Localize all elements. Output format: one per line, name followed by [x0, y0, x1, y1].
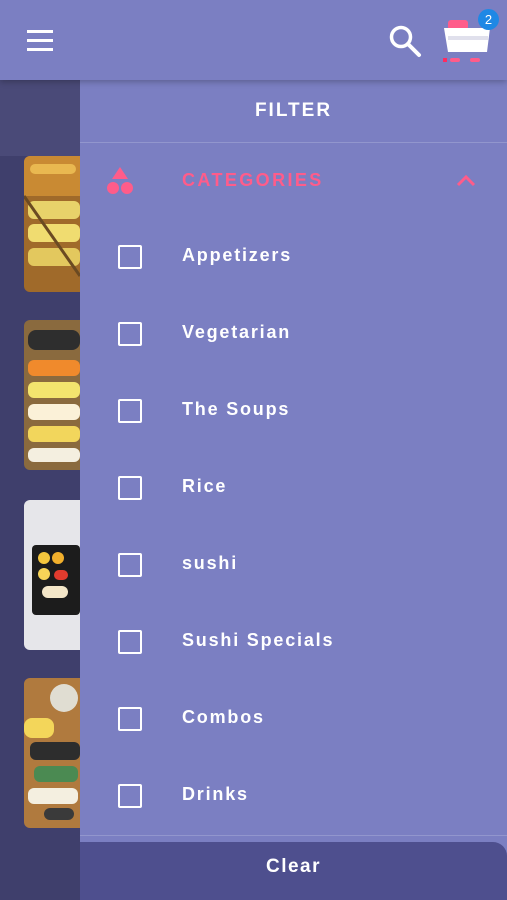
filter-item-label: Vegetarian — [182, 322, 292, 342]
filter-item-label: Rice — [182, 476, 228, 496]
product-image[interactable] — [24, 320, 80, 470]
divider — [80, 835, 507, 836]
filter-item-rice[interactable]: Rice — [80, 457, 507, 519]
hamburger-menu-icon[interactable] — [22, 26, 58, 56]
chevron-up-icon[interactable] — [454, 171, 478, 191]
filter-item-label: Sushi Specials — [182, 630, 335, 650]
filter-item-label: The Soups — [182, 399, 291, 419]
drawer-title: FILTER — [80, 80, 507, 143]
product-image[interactable] — [24, 678, 80, 828]
filter-item-label: sushi — [182, 553, 239, 573]
filter-item-appetizers[interactable]: Appetizers — [80, 226, 507, 288]
checkbox[interactable] — [118, 630, 142, 654]
checkbox[interactable] — [118, 476, 142, 500]
cart-count-badge: 2 — [478, 9, 499, 30]
product-image[interactable] — [24, 156, 80, 292]
filter-item-drinks[interactable]: Drinks — [80, 765, 507, 827]
checkbox[interactable] — [118, 553, 142, 577]
filter-item-the-soups[interactable]: The Soups — [80, 380, 507, 442]
app-bar — [0, 0, 507, 80]
filter-item-sushi-specials[interactable]: Sushi Specials — [80, 611, 507, 673]
filter-item-label: Combos — [182, 707, 265, 727]
checkbox[interactable] — [118, 399, 142, 423]
clear-button[interactable]: Clear — [80, 842, 507, 900]
filter-item-combos[interactable]: Combos — [80, 688, 507, 750]
checkbox[interactable] — [118, 707, 142, 731]
categories-header[interactable]: CATEGORIES — [80, 143, 507, 219]
categories-label: CATEGORIES — [182, 170, 324, 190]
search-icon[interactable] — [386, 22, 424, 60]
filter-item-label: Appetizers — [182, 245, 293, 265]
shapes-icon — [104, 165, 136, 197]
checkbox[interactable] — [118, 784, 142, 808]
filter-item-label: Drinks — [182, 784, 249, 804]
background-header-strip — [0, 80, 80, 156]
checkbox[interactable] — [118, 245, 142, 269]
checkbox[interactable] — [118, 322, 142, 346]
filter-item-vegetarian[interactable]: Vegetarian — [80, 303, 507, 365]
filter-item-sushi[interactable]: sushi — [80, 534, 507, 596]
product-image[interactable] — [24, 500, 80, 650]
filter-drawer: FILTER CATEGORIES Appetizers Vegetarian … — [80, 80, 507, 900]
